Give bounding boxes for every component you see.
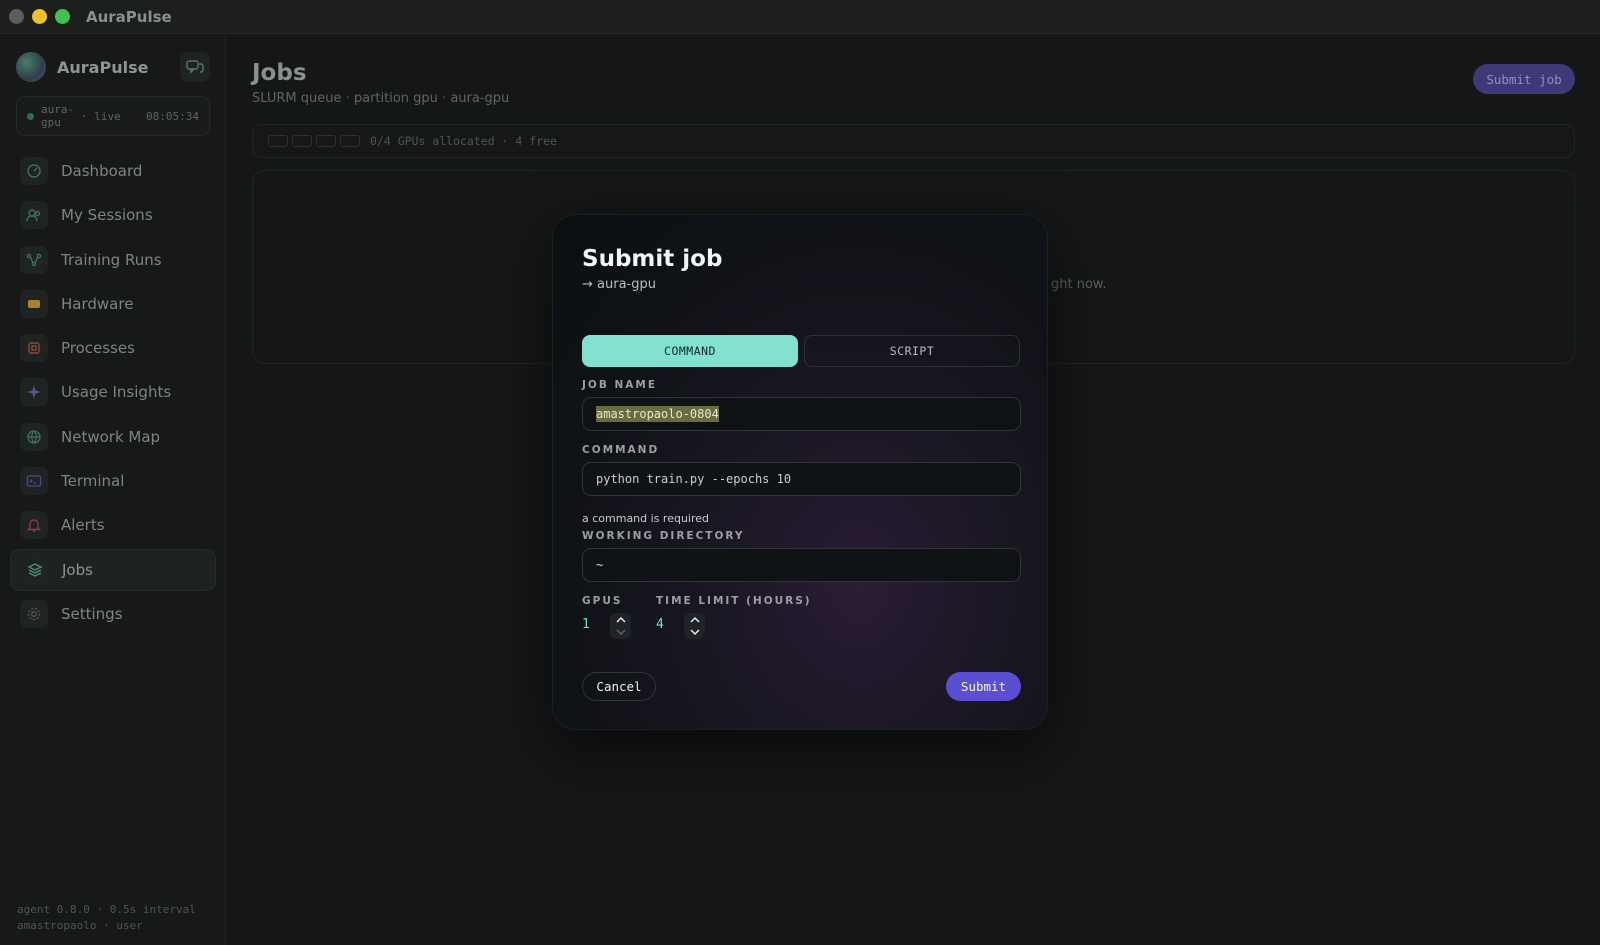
working-directory-value: ~: [596, 558, 604, 572]
host-status-card: aura-gpu · live 08:05:34: [16, 96, 210, 136]
sidebar-item-label: Training Runs: [61, 250, 162, 269]
dialog-target-host: → aura-gpu: [582, 277, 656, 292]
brand-avatar: [16, 52, 46, 82]
job-name-value: amastropaolo-0804: [596, 406, 719, 422]
sidebar-item-label: My Sessions: [61, 206, 153, 225]
host-name: aura-gpu: [41, 103, 75, 129]
sidebar-item-label: Jobs: [62, 560, 93, 579]
command-error: a command is required: [582, 512, 710, 525]
job-name-label: JOB NAME: [582, 379, 658, 391]
sidebar-item-label: Processes: [61, 339, 135, 358]
gpus-value[interactable]: 1: [582, 617, 590, 632]
sidebar-item-label: Usage Insights: [61, 383, 172, 402]
working-directory-input[interactable]: ~: [582, 548, 1021, 582]
sidebar-item-processes[interactable]: Processes: [10, 327, 216, 369]
agent-info: agent 0.8.0 · 0.5s interval amastropaolo…: [17, 902, 196, 934]
working-directory-label: WORKING DIRECTORY: [582, 530, 745, 542]
sidebar-item-network-map[interactable]: Network Map: [10, 416, 216, 458]
graph-icon: [20, 245, 48, 274]
gear-icon: [20, 599, 48, 628]
sidebar-item-usage-insights[interactable]: Usage Insights: [10, 371, 216, 413]
sidebar-item-alerts[interactable]: Alerts: [10, 504, 216, 546]
window-title: AuraPulse: [86, 7, 172, 26]
chevron-up-icon[interactable]: [689, 614, 701, 626]
cancel-button[interactable]: Cancel: [582, 672, 656, 701]
command-input[interactable]: python train.py --epochs 10: [582, 462, 1021, 496]
sidebar-item-terminal[interactable]: Terminal: [10, 460, 216, 502]
agent-version: agent 0.8.0 · 0.5s interval: [17, 903, 196, 916]
live-status: · live: [81, 109, 121, 123]
minimize-window-button[interactable]: [32, 9, 47, 24]
submit-job-button[interactable]: Submit job: [1473, 64, 1575, 94]
submit-job-dialog: Submit job → aura-gpu COMMAND SCRIPT JOB…: [552, 214, 1048, 730]
sidebar: AuraPulse aura-gpu · live 08:05:34 Dashb…: [0, 34, 226, 945]
gpu-slot: [268, 135, 288, 147]
sidebar-item-label: Alerts: [61, 516, 105, 535]
globe-icon: [20, 422, 48, 451]
page-subtitle: SLURM queue · partition gpu · aura-gpu: [252, 91, 510, 106]
gauge-icon: [20, 157, 48, 185]
tab-script[interactable]: SCRIPT: [804, 335, 1020, 367]
chevron-down-icon[interactable]: [689, 626, 701, 638]
sidebar-item-my-sessions[interactable]: My Sessions: [10, 194, 216, 236]
current-user: amastropaolo · user: [17, 919, 143, 932]
chevron-down-icon[interactable]: [615, 626, 627, 638]
job-name-input[interactable]: amastropaolo-0804: [582, 397, 1021, 431]
chip-icon: [20, 289, 48, 318]
sidebar-nav: Dashboard My Sessions Training Runs Hard…: [10, 150, 216, 637]
sidebar-item-label: Hardware: [61, 294, 134, 313]
clock: 08:05:34: [146, 109, 199, 123]
gpu-slot: [340, 135, 360, 147]
sidebar-item-label: Terminal: [61, 472, 125, 491]
cpu-icon: [20, 334, 48, 363]
time-limit-stepper[interactable]: [684, 613, 705, 639]
bell-icon: [20, 511, 48, 540]
gpus-stepper[interactable]: [610, 613, 631, 639]
page-title: Jobs: [252, 60, 307, 86]
sidebar-item-settings[interactable]: Settings: [10, 593, 216, 635]
dialog-title: Submit job: [582, 246, 723, 272]
sparkle-icon: [20, 378, 48, 407]
sidebar-item-label: Network Map: [61, 427, 161, 446]
brand: AuraPulse: [16, 52, 148, 82]
tab-command[interactable]: COMMAND: [582, 335, 798, 367]
chevron-up-icon[interactable]: [615, 614, 627, 626]
live-status-dot: [27, 112, 34, 120]
window-titlebar: AuraPulse: [0, 0, 1600, 34]
gpu-allocation-bar: 0/4 GPUs allocated · 4 free: [252, 124, 1575, 158]
command-label: COMMAND: [582, 444, 660, 456]
sidebar-item-hardware[interactable]: Hardware: [10, 283, 216, 325]
submit-button[interactable]: Submit: [946, 672, 1021, 701]
maximize-window-button[interactable]: [55, 9, 70, 24]
gpu-slot: [292, 135, 312, 147]
gpus-label: GPUS: [582, 595, 623, 607]
users-icon: [20, 201, 48, 230]
chat-button[interactable]: [180, 52, 210, 82]
brand-name: AuraPulse: [57, 57, 149, 77]
sidebar-item-dashboard[interactable]: Dashboard: [10, 150, 216, 192]
close-window-button[interactable]: [9, 9, 24, 24]
gpu-slot: [316, 135, 336, 147]
time-limit-value[interactable]: 4: [656, 617, 664, 632]
terminal-icon: [20, 467, 48, 496]
command-placeholder: python train.py --epochs 10: [596, 472, 792, 486]
sidebar-item-label: Settings: [61, 604, 123, 623]
window-controls: [9, 9, 70, 24]
sidebar-item-training-runs[interactable]: Training Runs: [10, 239, 216, 281]
time-limit-label: TIME LIMIT (HOURS): [656, 595, 812, 607]
sidebar-item-jobs[interactable]: Jobs: [10, 548, 216, 591]
chat-icon: [186, 60, 204, 74]
empty-state-text: ght now.: [1051, 277, 1107, 292]
gpu-allocation-text: 0/4 GPUs allocated · 4 free: [370, 134, 557, 148]
layers-icon: [21, 555, 49, 584]
sidebar-item-label: Dashboard: [61, 162, 143, 180]
